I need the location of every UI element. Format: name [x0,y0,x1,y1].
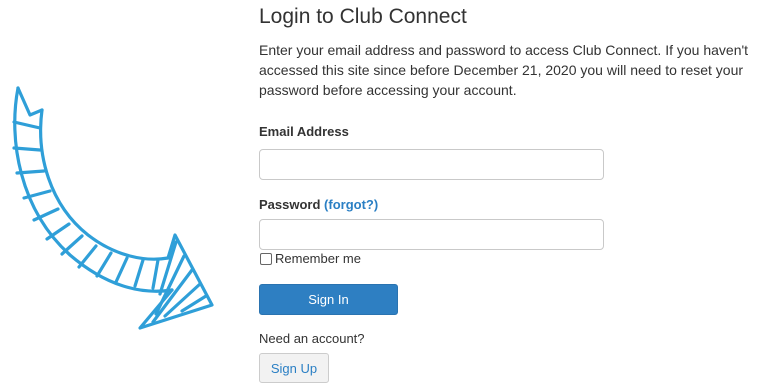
need-account-text: Need an account? [259,331,365,346]
password-label-row: Password (forgot?) [259,197,378,212]
remember-me-checkbox[interactable] [260,252,272,265]
password-label: Password [259,197,321,212]
remember-me-label: Remember me [275,251,361,266]
intro-text: Enter your email address and password to… [259,42,749,98]
page: Login to Club Connect Enter your email a… [0,0,778,383]
forgot-password-link[interactable]: (forgot?) [324,197,378,212]
password-field[interactable] [259,219,604,250]
sign-up-button[interactable]: Sign Up [259,353,329,383]
email-label: Email Address [259,124,349,139]
page-title: Login to Club Connect [259,5,467,28]
sign-in-button[interactable]: Sign In [259,284,398,315]
curved-arrow-icon [12,86,214,330]
email-field[interactable] [259,149,604,180]
remember-me-row[interactable]: Remember me [259,251,361,266]
